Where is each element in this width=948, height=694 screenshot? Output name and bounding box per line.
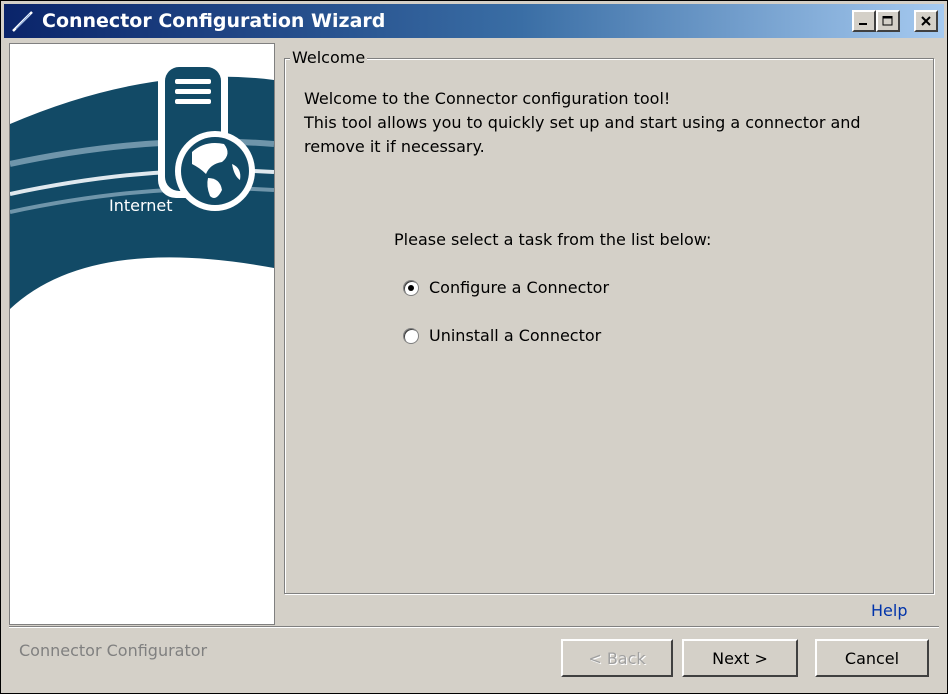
minimize-icon — [859, 23, 867, 25]
back-button[interactable]: < Back — [561, 639, 673, 677]
configure-connector-radio[interactable] — [403, 279, 419, 296]
maximize-button[interactable] — [876, 10, 900, 32]
configure-connector-label[interactable]: Configure a Connector — [429, 278, 609, 297]
minimize-button[interactable] — [852, 10, 876, 32]
task-prompt: Please select a task from the list below… — [394, 230, 712, 249]
footer-divider — [9, 626, 939, 628]
uninstall-connector-option[interactable]: Uninstall a Connector — [403, 326, 601, 345]
wizard-window: Connector Configuration Wizard Internet … — [0, 0, 948, 694]
close-icon — [921, 16, 931, 26]
internet-banner — [10, 60, 274, 309]
welcome-line: Welcome to the Connector configuration t… — [304, 89, 671, 108]
maximize-icon — [882, 16, 893, 26]
welcome-line: This tool allows you to quickly set up a… — [304, 113, 861, 132]
uninstall-connector-label[interactable]: Uninstall a Connector — [429, 326, 601, 345]
footer-label: Connector Configurator — [19, 641, 208, 660]
next-button[interactable]: Next > — [682, 639, 798, 677]
welcome-message: Welcome to the Connector configuration t… — [304, 87, 904, 159]
cancel-button[interactable]: Cancel — [815, 639, 929, 677]
app-icon — [12, 11, 33, 32]
welcome-line: remove it if necessary. — [304, 137, 485, 156]
sidebar-graphic-panel: Internet — [9, 43, 275, 625]
globe-icon — [175, 131, 255, 211]
title-bar[interactable]: Connector Configuration Wizard — [4, 4, 944, 38]
window-title: Connector Configuration Wizard — [42, 10, 386, 32]
welcome-legend: Welcome — [290, 48, 368, 67]
uninstall-connector-radio[interactable] — [403, 327, 419, 344]
internet-label: Internet — [109, 196, 173, 215]
radio-selected-dot — [408, 284, 414, 291]
help-link[interactable]: Help — [871, 601, 907, 620]
configure-connector-option[interactable]: Configure a Connector — [403, 278, 609, 297]
close-button[interactable] — [914, 10, 938, 32]
